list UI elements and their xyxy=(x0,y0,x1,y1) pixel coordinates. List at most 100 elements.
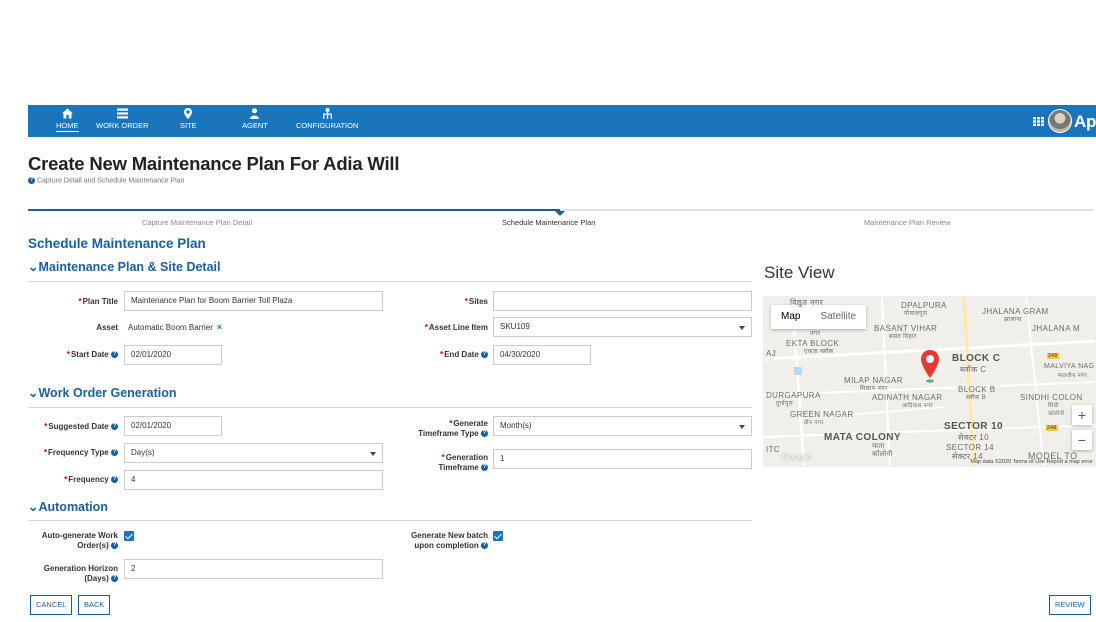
map-label: नगर xyxy=(810,331,821,337)
nav-site[interactable]: SITE xyxy=(180,108,197,130)
help-icon: ? xyxy=(28,177,35,184)
chevron-down-icon: ⌄ xyxy=(28,500,39,514)
home-icon xyxy=(61,108,73,119)
help-icon: ? xyxy=(111,476,118,484)
map-label: BLOCK C xyxy=(952,353,1001,364)
help-icon: ? xyxy=(111,542,118,550)
start-date-label: *Start Date ? xyxy=(66,350,118,359)
help-icon: ? xyxy=(111,449,118,457)
asset-label: Asset xyxy=(96,323,118,332)
divider xyxy=(28,281,752,282)
auto-generate-checkbox[interactable] xyxy=(124,531,134,541)
plan-title-label: *Plan Title xyxy=(78,297,118,306)
map-tab-satellite[interactable]: Satellite xyxy=(810,305,866,329)
brand-name: Appi xyxy=(1074,112,1096,131)
nav-agent[interactable]: AGENT xyxy=(242,108,268,130)
help-icon: ? xyxy=(481,464,488,472)
section-heading-site-detail: Maintenance Plan & Site Detail xyxy=(38,260,221,274)
page-subtitle-text: Capture Detail and Schedule Maintenance … xyxy=(36,177,185,185)
help-icon: ? xyxy=(481,542,488,550)
map-label: एकता ब्लॉक xyxy=(804,349,834,355)
asset-chip: Automatic Boom Barrier × xyxy=(128,322,222,332)
map-label: सिंधी कॉलोनी xyxy=(1048,403,1065,417)
frequency-type-value: Day(s) xyxy=(131,448,155,457)
frequency-input[interactable]: 4 xyxy=(124,470,383,490)
back-button[interactable]: BACK xyxy=(78,595,111,615)
nav-configuration[interactable]: CONFIGURATION xyxy=(296,108,358,130)
map-label: माता कॉलोनी xyxy=(872,443,893,458)
plan-title-input[interactable]: Maintenance Plan for Boom Barrier Toll P… xyxy=(124,291,383,311)
hierarchy-icon xyxy=(322,108,332,119)
help-icon: ? xyxy=(111,575,118,583)
nav-work-order-label: WORK ORDER xyxy=(96,121,149,130)
generation-horizon-input[interactable]: 2 xyxy=(124,559,383,579)
section-toggle-work-order[interactable]: ⌄Work Order Generation xyxy=(28,385,176,400)
map-label: ITC xyxy=(766,445,781,454)
remove-asset-icon[interactable]: × xyxy=(217,322,222,332)
road-badge: 248 xyxy=(1046,425,1058,431)
wizard-step-capture[interactable]: Capture Maintenance Plan Detail xyxy=(142,218,252,227)
map-label: ब्लॉक B xyxy=(966,395,986,401)
map-attribution[interactable]: Map data ©2020 Terms of Use Report a map… xyxy=(970,459,1093,465)
map-label: मिलाप नगर xyxy=(860,386,888,392)
sites-input[interactable] xyxy=(493,291,752,311)
section-toggle-site-detail[interactable]: ⌄Maintenance Plan & Site Detail xyxy=(28,259,220,274)
new-batch-checkbox[interactable] xyxy=(493,531,503,541)
map-label: SECTOR 10 xyxy=(944,421,1003,432)
timeframe-type-select[interactable]: Month(s) xyxy=(493,416,752,436)
page-title: Create New Maintenance Plan For Adia Wil… xyxy=(28,153,400,174)
asset-line-item-select[interactable]: SKU109 xyxy=(493,317,752,337)
frequency-type-select[interactable]: Day(s) xyxy=(124,443,383,463)
help-icon: ? xyxy=(111,423,118,431)
end-date-label: *End Date ? xyxy=(439,350,488,359)
map-label: आदिनाथ नगर xyxy=(902,403,934,409)
section-heading-automation: Automation xyxy=(38,500,108,514)
map-view[interactable]: Map Satellite विद्युत नगर DPALPURA गोपाल… xyxy=(763,296,1096,467)
map-label: विद्युत नगर xyxy=(790,298,824,307)
wizard-step-schedule[interactable]: Schedule Maintenance Plan xyxy=(502,218,595,227)
google-logo: Google xyxy=(782,452,812,462)
map-label: बसंत विहार xyxy=(889,334,917,340)
asset-line-item-value: SKU109 xyxy=(500,322,530,331)
end-date-input[interactable]: 04/30/2020 xyxy=(493,345,591,365)
sites-label: *Sites xyxy=(464,297,488,306)
zoom-out-button[interactable]: − xyxy=(1072,430,1092,450)
caret-down-icon xyxy=(370,452,376,456)
map-marker-icon[interactable] xyxy=(920,350,940,384)
help-icon: ? xyxy=(111,351,118,359)
help-icon: ? xyxy=(481,430,488,438)
cancel-button[interactable]: CANCEL xyxy=(30,595,73,615)
map-tab-map[interactable]: Map xyxy=(771,305,810,329)
suggested-date-input[interactable]: 02/01/2020 xyxy=(124,416,222,436)
review-button[interactable]: REVIEW xyxy=(1049,595,1091,615)
frequency-type-label: *Frequency Type ? xyxy=(43,448,118,457)
auto-generate-label: Auto-generate Work Order(s) ? xyxy=(41,531,118,550)
generation-horizon-label: Generation Horizon (Days) ? xyxy=(43,564,118,583)
start-date-input[interactable]: 02/01/2020 xyxy=(124,345,222,365)
wizard-step-review[interactable]: Maintenance Plan Review xyxy=(864,218,951,227)
map-label: झालाना xyxy=(1004,317,1022,323)
section-toggle-automation[interactable]: ⌄Automation xyxy=(28,499,108,514)
nav-home[interactable]: HOME xyxy=(56,108,79,132)
caret-down-icon xyxy=(739,326,745,330)
wizard-progress xyxy=(28,209,560,211)
help-icon: ? xyxy=(481,351,488,359)
road-badge: 248 xyxy=(1047,353,1059,359)
generation-timeframe-input[interactable]: 1 xyxy=(493,449,752,469)
chevron-down-icon: ⌄ xyxy=(28,260,39,274)
map-label: MALVIYA NAG xyxy=(1044,363,1095,370)
avatar[interactable] xyxy=(1048,109,1072,133)
zoom-in-button[interactable]: + xyxy=(1072,405,1092,425)
section-heading-work-order: Work Order Generation xyxy=(38,386,177,400)
nav-home-label: HOME xyxy=(56,121,79,132)
location-pin-icon xyxy=(184,108,193,119)
list-icon xyxy=(116,108,128,119)
wizard-active-marker xyxy=(555,211,565,216)
map-label: JHALANA M xyxy=(1032,324,1081,333)
page-subtitle: ? Capture Detail and Schedule Maintenanc… xyxy=(28,177,184,184)
apps-grid-icon[interactable] xyxy=(1033,117,1044,126)
nav-work-order[interactable]: WORK ORDER xyxy=(96,108,149,130)
nav-agent-label: AGENT xyxy=(242,121,268,130)
map-label: सेक्टर 10 xyxy=(958,433,989,442)
section-heading-schedule: Schedule Maintenance Plan xyxy=(28,236,206,251)
